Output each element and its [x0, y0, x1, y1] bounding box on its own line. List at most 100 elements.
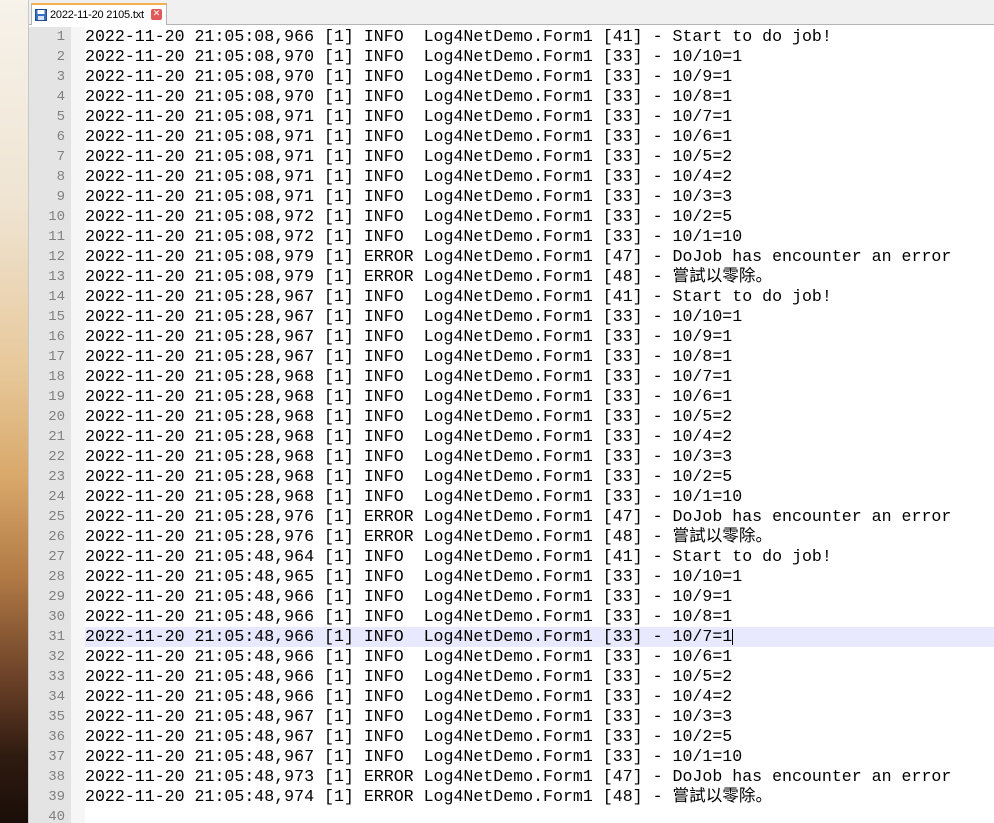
line-number: 40: [48, 809, 65, 823]
tab-title: 2022-11-20 2105.txt: [50, 9, 144, 21]
line-text[interactable]: 2022-11-20 21:05:28,976 [1] ERROR Log4Ne…: [85, 527, 772, 547]
text-line[interactable]: 16 2022-11-20 21:05:28,967 [1] INFO Log4N…: [29, 327, 994, 347]
text-line[interactable]: 29 2022-11-20 21:05:48,966 [1] INFO Log4N…: [29, 587, 994, 607]
line-text[interactable]: 2022-11-20 21:05:08,970 [1] INFO Log4Net…: [85, 67, 732, 87]
line-text[interactable]: 2022-11-20 21:05:08,971 [1] INFO Log4Net…: [85, 107, 732, 127]
line-text[interactable]: 2022-11-20 21:05:28,968 [1] INFO Log4Net…: [85, 407, 732, 427]
line-text[interactable]: 2022-11-20 21:05:28,967 [1] INFO Log4Net…: [85, 287, 832, 307]
line-number: 16: [48, 329, 65, 345]
text-line[interactable]: 4 2022-11-20 21:05:08,970 [1] INFO Log4Ne…: [29, 87, 994, 107]
text-line[interactable]: 5 2022-11-20 21:05:08,971 [1] INFO Log4Ne…: [29, 107, 994, 127]
line-number: 25: [48, 509, 65, 525]
text-line[interactable]: 26 2022-11-20 21:05:28,976 [1] ERROR Log4…: [29, 527, 994, 547]
line-text[interactable]: 2022-11-20 21:05:48,966 [1] INFO Log4Net…: [85, 647, 732, 667]
current-line[interactable]: 31 2022-11-20 21:05:48,966 [1] INFO Log4N…: [29, 627, 994, 647]
line-text[interactable]: 2022-11-20 21:05:48,967 [1] INFO Log4Net…: [85, 747, 742, 767]
line-text[interactable]: 2022-11-20 21:05:48,966 [1] INFO Log4Net…: [85, 607, 732, 627]
text-line[interactable]: 32 2022-11-20 21:05:48,966 [1] INFO Log4N…: [29, 647, 994, 667]
line-text[interactable]: 2022-11-20 21:05:28,968 [1] INFO Log4Net…: [85, 487, 742, 507]
text-line[interactable]: 11 2022-11-20 21:05:08,972 [1] INFO Log4N…: [29, 227, 994, 247]
line-text[interactable]: 2022-11-20 21:05:48,973 [1] ERROR Log4Ne…: [85, 767, 951, 787]
text-line[interactable]: 18 2022-11-20 21:05:28,968 [1] INFO Log4N…: [29, 367, 994, 387]
text-line[interactable]: 6 2022-11-20 21:05:08,971 [1] INFO Log4Ne…: [29, 127, 994, 147]
line-text[interactable]: 2022-11-20 21:05:08,971 [1] INFO Log4Net…: [85, 187, 732, 207]
text-line[interactable]: 21 2022-11-20 21:05:28,968 [1] INFO Log4N…: [29, 427, 994, 447]
line-number: 7: [56, 149, 65, 165]
line-text[interactable]: 2022-11-20 21:05:28,967 [1] INFO Log4Net…: [85, 327, 732, 347]
line-text[interactable]: 2022-11-20 21:05:28,976 [1] ERROR Log4Ne…: [85, 507, 951, 527]
line-number: 39: [48, 789, 65, 805]
line-text[interactable]: 2022-11-20 21:05:08,972 [1] INFO Log4Net…: [85, 207, 732, 227]
line-number: 33: [48, 669, 65, 685]
line-text[interactable]: 2022-11-20 21:05:08,970 [1] INFO Log4Net…: [85, 47, 742, 67]
text-line[interactable]: 17 2022-11-20 21:05:28,967 [1] INFO Log4N…: [29, 347, 994, 367]
line-text[interactable]: 2022-11-20 21:05:48,964 [1] INFO Log4Net…: [85, 547, 832, 567]
line-text[interactable]: 2022-11-20 21:05:08,970 [1] INFO Log4Net…: [85, 87, 732, 107]
close-tab-icon[interactable]: ✕: [151, 9, 162, 20]
text-line[interactable]: 28 2022-11-20 21:05:48,965 [1] INFO Log4N…: [29, 567, 994, 587]
text-line[interactable]: 37 2022-11-20 21:05:48,967 [1] INFO Log4N…: [29, 747, 994, 767]
text-editor[interactable]: 1 2022-11-20 21:05:08,966 [1] INFO Log4Ne…: [29, 27, 994, 823]
text-line[interactable]: 3 2022-11-20 21:05:08,970 [1] INFO Log4Ne…: [29, 67, 994, 87]
text-line[interactable]: 36 2022-11-20 21:05:48,967 [1] INFO Log4N…: [29, 727, 994, 747]
line-text[interactable]: 2022-11-20 21:05:48,965 [1] INFO Log4Net…: [85, 567, 742, 587]
text-line[interactable]: 38 2022-11-20 21:05:48,973 [1] ERROR Log4…: [29, 767, 994, 787]
text-line[interactable]: 24 2022-11-20 21:05:28,968 [1] INFO Log4N…: [29, 487, 994, 507]
line-text[interactable]: 2022-11-20 21:05:28,967 [1] INFO Log4Net…: [85, 307, 742, 327]
line-text[interactable]: 2022-11-20 21:05:48,974 [1] ERROR Log4Ne…: [85, 787, 772, 807]
text-line[interactable]: 39 2022-11-20 21:05:48,974 [1] ERROR Log4…: [29, 787, 994, 807]
tab-file[interactable]: 2022-11-20 2105.txt ✕: [31, 3, 167, 25]
line-number: 5: [56, 109, 65, 125]
text-line[interactable]: 40: [29, 807, 994, 823]
line-text[interactable]: 2022-11-20 21:05:08,972 [1] INFO Log4Net…: [85, 227, 742, 247]
line-text[interactable]: 2022-11-20 21:05:28,968 [1] INFO Log4Net…: [85, 387, 732, 407]
line-text[interactable]: 2022-11-20 21:05:48,967 [1] INFO Log4Net…: [85, 727, 732, 747]
line-number: 19: [48, 389, 65, 405]
text-line[interactable]: 25 2022-11-20 21:05:28,976 [1] ERROR Log4…: [29, 507, 994, 527]
text-line[interactable]: 14 2022-11-20 21:05:28,967 [1] INFO Log4N…: [29, 287, 994, 307]
text-line[interactable]: 13 2022-11-20 21:05:08,979 [1] ERROR Log4…: [29, 267, 994, 287]
line-text[interactable]: 2022-11-20 21:05:28,968 [1] INFO Log4Net…: [85, 447, 732, 467]
text-line[interactable]: 8 2022-11-20 21:05:08,971 [1] INFO Log4Ne…: [29, 167, 994, 187]
text-line[interactable]: 1 2022-11-20 21:05:08,966 [1] INFO Log4Ne…: [29, 27, 994, 47]
line-number: 8: [56, 169, 65, 185]
line-text[interactable]: 2022-11-20 21:05:08,979 [1] ERROR Log4Ne…: [85, 247, 951, 267]
line-text[interactable]: 2022-11-20 21:05:48,966 [1] INFO Log4Net…: [85, 687, 732, 707]
text-line[interactable]: 35 2022-11-20 21:05:48,967 [1] INFO Log4N…: [29, 707, 994, 727]
desktop-background: [0, 0, 28, 823]
line-text[interactable]: 2022-11-20 21:05:48,967 [1] INFO Log4Net…: [85, 707, 732, 727]
text-line[interactable]: 33 2022-11-20 21:05:48,966 [1] INFO Log4N…: [29, 667, 994, 687]
text-line[interactable]: 20 2022-11-20 21:05:28,968 [1] INFO Log4N…: [29, 407, 994, 427]
line-text[interactable]: 2022-11-20 21:05:28,968 [1] INFO Log4Net…: [85, 467, 732, 487]
line-text[interactable]: 2022-11-20 21:05:08,971 [1] INFO Log4Net…: [85, 127, 732, 147]
text-line[interactable]: 22 2022-11-20 21:05:28,968 [1] INFO Log4N…: [29, 447, 994, 467]
line-text[interactable]: 2022-11-20 21:05:08,979 [1] ERROR Log4Ne…: [85, 267, 772, 287]
line-text[interactable]: 2022-11-20 21:05:28,968 [1] INFO Log4Net…: [85, 367, 732, 387]
line-text[interactable]: 2022-11-20 21:05:48,966 [1] INFO Log4Net…: [85, 627, 732, 647]
text-line[interactable]: 19 2022-11-20 21:05:28,968 [1] INFO Log4N…: [29, 387, 994, 407]
line-number: 34: [48, 689, 65, 705]
line-number: 35: [48, 709, 65, 725]
line-text[interactable]: 2022-11-20 21:05:08,971 [1] INFO Log4Net…: [85, 147, 732, 167]
line-text[interactable]: 2022-11-20 21:05:48,966 [1] INFO Log4Net…: [85, 667, 732, 687]
line-number: 3: [56, 69, 65, 85]
text-line[interactable]: 30 2022-11-20 21:05:48,966 [1] INFO Log4N…: [29, 607, 994, 627]
text-line[interactable]: 34 2022-11-20 21:05:48,966 [1] INFO Log4N…: [29, 687, 994, 707]
line-text[interactable]: 2022-11-20 21:05:08,971 [1] INFO Log4Net…: [85, 167, 732, 187]
line-number: 4: [56, 89, 65, 105]
text-line[interactable]: 27 2022-11-20 21:05:48,964 [1] INFO Log4N…: [29, 547, 994, 567]
text-line[interactable]: 10 2022-11-20 21:05:08,972 [1] INFO Log4N…: [29, 207, 994, 227]
editor-window: 2022-11-20 2105.txt ✕ 1 2022-11-20 21:05:…: [28, 0, 994, 823]
text-line[interactable]: 23 2022-11-20 21:05:28,968 [1] INFO Log4N…: [29, 467, 994, 487]
text-line[interactable]: 7 2022-11-20 21:05:08,971 [1] INFO Log4Ne…: [29, 147, 994, 167]
line-number: 23: [48, 469, 65, 485]
line-text[interactable]: 2022-11-20 21:05:28,967 [1] INFO Log4Net…: [85, 347, 732, 367]
text-line[interactable]: 2 2022-11-20 21:05:08,970 [1] INFO Log4Ne…: [29, 47, 994, 67]
line-text[interactable]: 2022-11-20 21:05:28,968 [1] INFO Log4Net…: [85, 427, 732, 447]
text-line[interactable]: 12 2022-11-20 21:05:08,979 [1] ERROR Log4…: [29, 247, 994, 267]
line-text[interactable]: 2022-11-20 21:05:48,966 [1] INFO Log4Net…: [85, 587, 732, 607]
text-line[interactable]: 9 2022-11-20 21:05:08,971 [1] INFO Log4Ne…: [29, 187, 994, 207]
line-number: 27: [48, 549, 65, 565]
line-text[interactable]: 2022-11-20 21:05:08,966 [1] INFO Log4Net…: [85, 27, 832, 47]
text-line[interactable]: 15 2022-11-20 21:05:28,967 [1] INFO Log4N…: [29, 307, 994, 327]
